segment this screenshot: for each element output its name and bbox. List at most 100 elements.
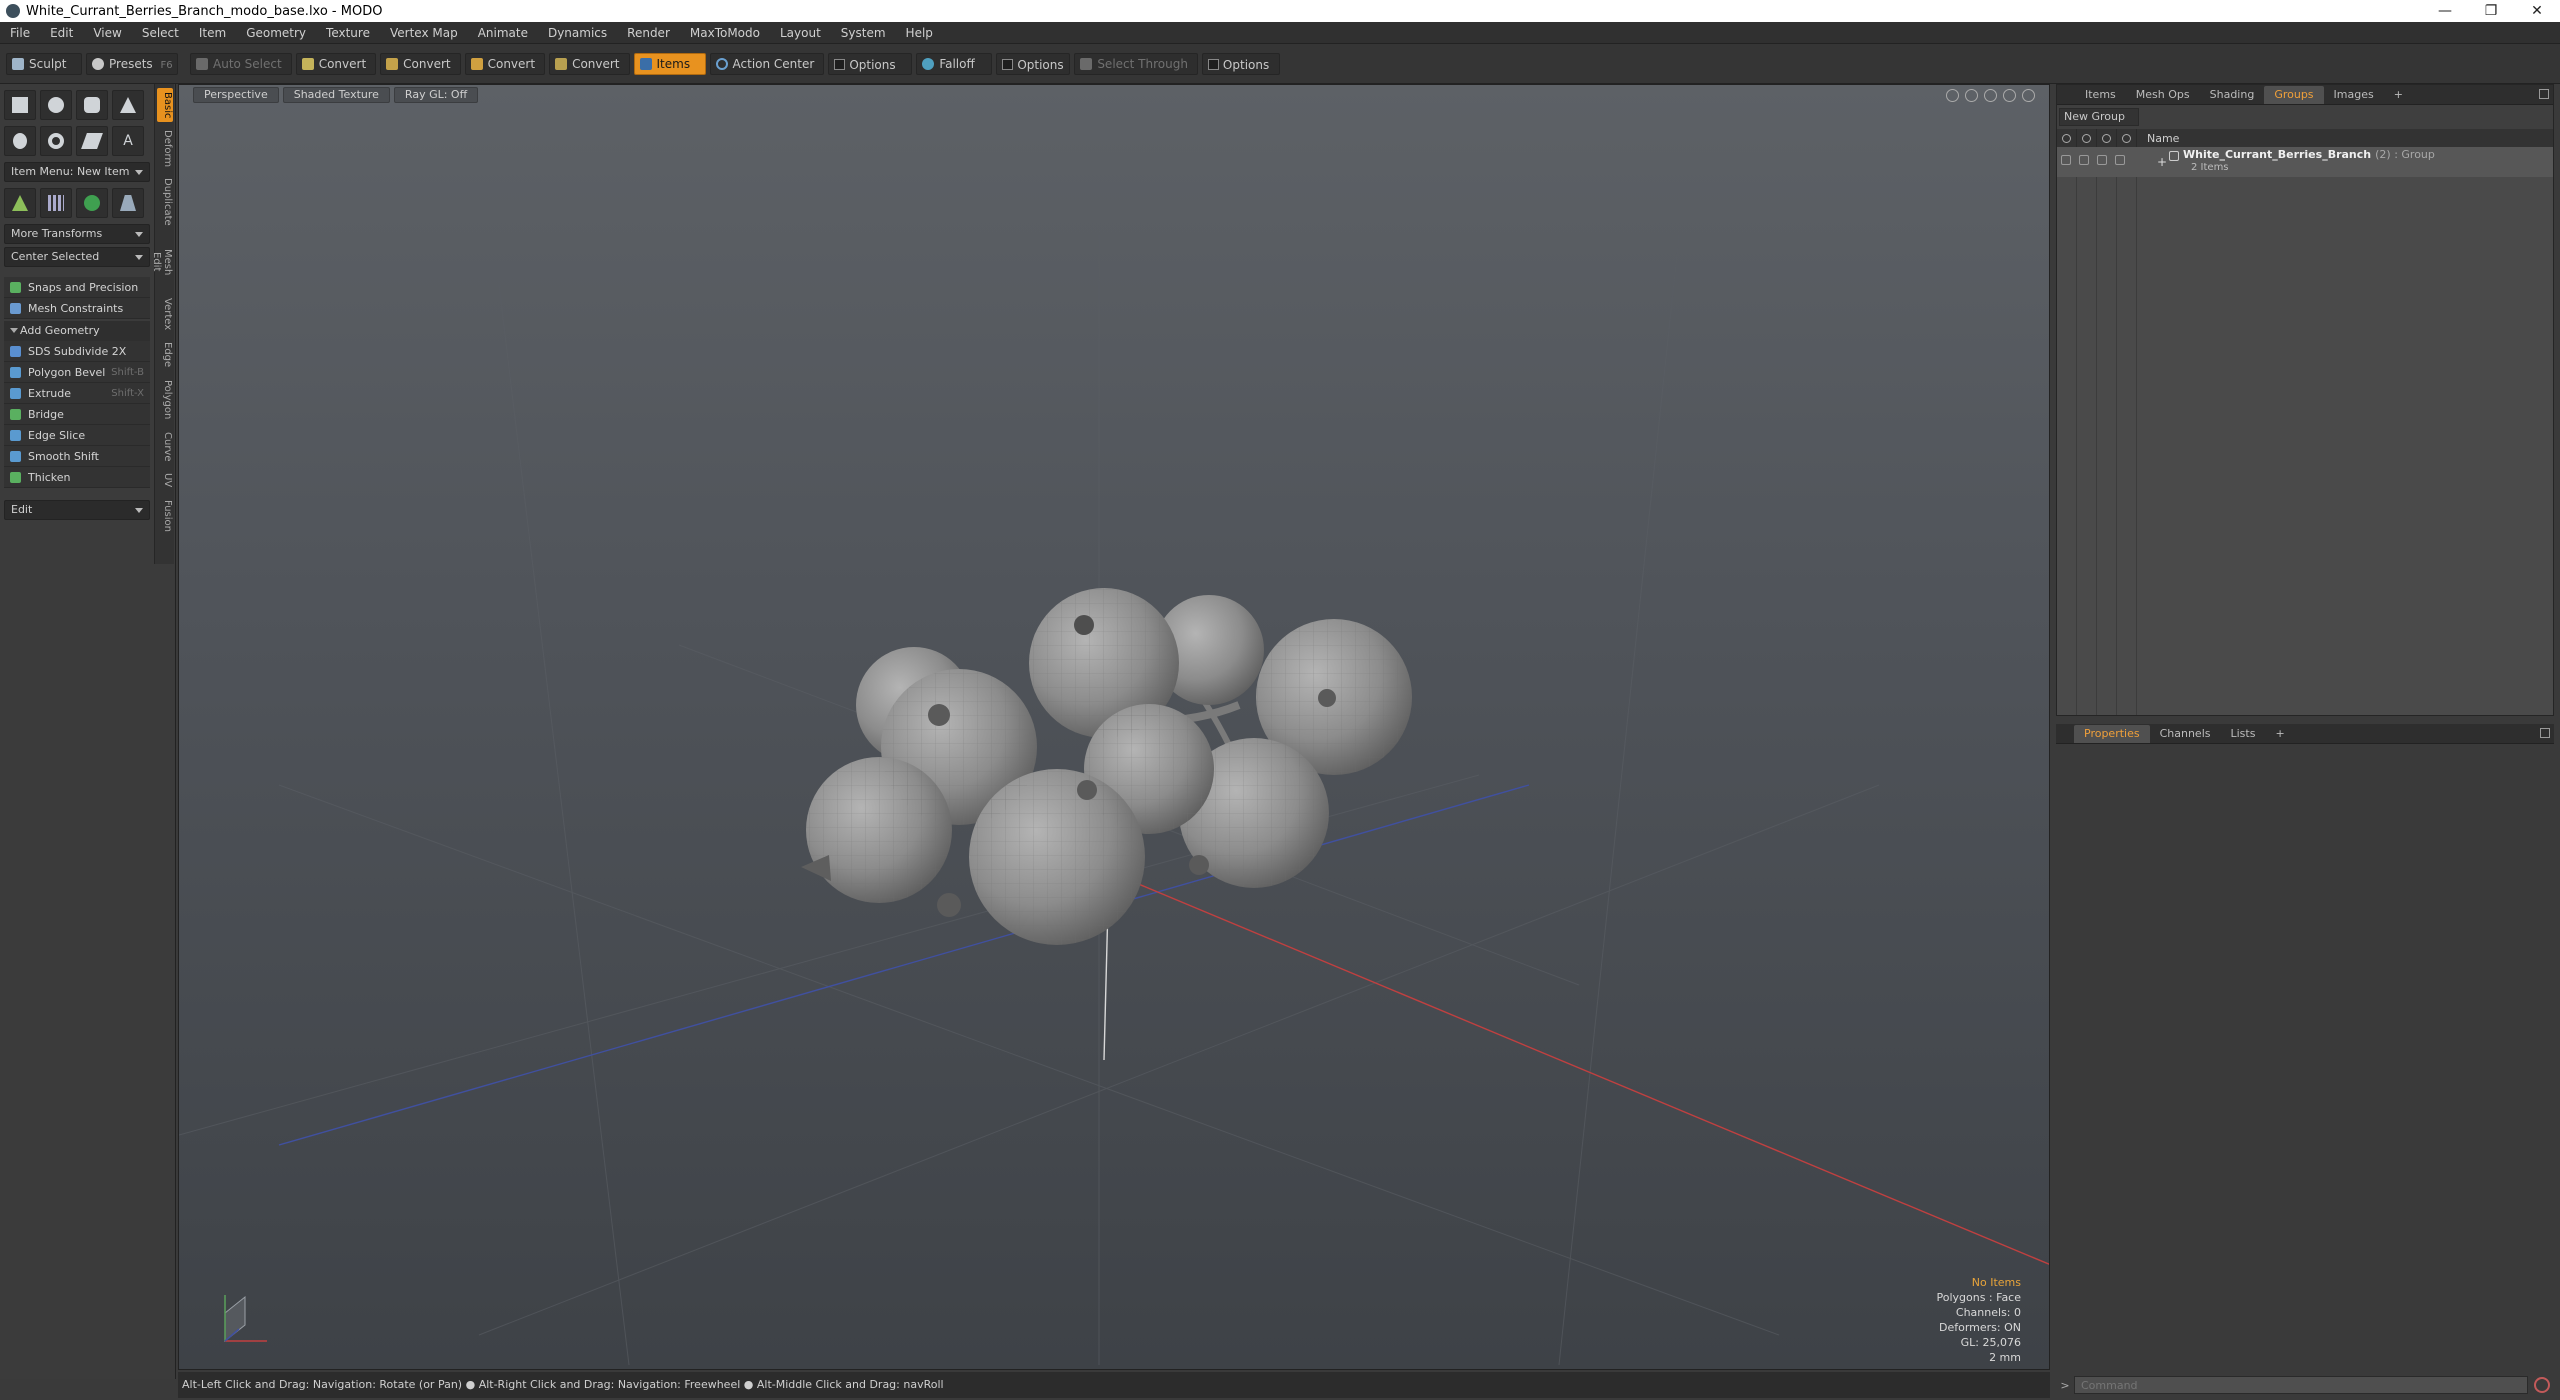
viewport-scene[interactable] [179, 85, 2050, 1370]
menu-texture[interactable]: Texture [316, 22, 380, 44]
grid-tool[interactable] [40, 188, 72, 218]
menu-vertex-map[interactable]: Vertex Map [380, 22, 468, 44]
falloff-button[interactable]: Falloff [916, 52, 993, 75]
ray-gl-tab[interactable]: Ray GL: Off [393, 87, 479, 103]
action-center-options[interactable]: Options [828, 52, 913, 75]
perspective-tool[interactable] [112, 188, 144, 218]
item-menu-dropdown[interactable]: Item Menu: New Item [4, 162, 150, 182]
convert-polygons-button[interactable]: Convert [464, 52, 546, 75]
visibility-column[interactable] [2057, 129, 2077, 147]
falloff-options[interactable]: Options [996, 52, 1071, 75]
command-history-icon[interactable]: > [2056, 1379, 2074, 1392]
maximize-button[interactable]: ❐ [2468, 0, 2514, 22]
berry-cluster-model[interactable] [801, 588, 1412, 945]
menu-file[interactable]: File [0, 22, 40, 44]
select-toggle-icon[interactable] [2115, 155, 2125, 165]
vtab-basic[interactable]: Basic [157, 88, 173, 122]
expand-panel-icon[interactable] [2540, 728, 2550, 738]
close-button[interactable]: ✕ [2514, 0, 2560, 22]
presets-button[interactable]: Presets F6 [86, 52, 178, 75]
convert-edges-button[interactable]: Convert [380, 52, 461, 75]
tab-channels[interactable]: Channels [2150, 725, 2221, 743]
tab-shading[interactable]: Shading [2200, 86, 2265, 104]
more-transforms-dropdown[interactable]: More Transforms [4, 224, 150, 244]
menu-view[interactable]: View [83, 22, 131, 44]
command-execute-icon[interactable] [2534, 1377, 2550, 1393]
menu-animate[interactable]: Animate [468, 22, 538, 44]
vtab-mesh-edit[interactable]: Mesh Edit [151, 234, 173, 290]
text-tool[interactable]: A [112, 126, 144, 156]
auto-select-button[interactable]: Auto Select [190, 52, 292, 75]
expand-icon[interactable]: + [2157, 155, 2167, 169]
add-geometry-section[interactable]: Add Geometry [4, 321, 150, 341]
rotate-view-icon[interactable] [1965, 89, 1978, 102]
tool-polygon-bevel[interactable]: Polygon Bevel Shift-B [4, 362, 150, 383]
tool-edge-slice[interactable]: Edge Slice [4, 425, 150, 446]
action-center-button[interactable]: Action Center [709, 52, 825, 75]
zoom-view-icon[interactable] [1984, 89, 1997, 102]
menu-system[interactable]: System [831, 22, 896, 44]
vtab-vertex[interactable]: Vertex [157, 294, 173, 334]
sculpt-button[interactable]: Sculpt [6, 52, 82, 75]
sphere-tool[interactable] [40, 90, 72, 120]
render-column[interactable] [2077, 129, 2097, 147]
mesh-constraints[interactable]: Mesh Constraints [4, 298, 150, 319]
menu-item[interactable]: Item [189, 22, 236, 44]
edit-dropdown[interactable]: Edit [4, 500, 150, 520]
vtab-edge[interactable]: Edge [157, 338, 173, 372]
convert-vertices-button[interactable]: Convert [295, 52, 377, 75]
select-through-button[interactable]: Select Through [1074, 52, 1198, 75]
menu-edit[interactable]: Edit [40, 22, 83, 44]
tab-lists[interactable]: Lists [2221, 725, 2266, 743]
cone-tool[interactable] [112, 90, 144, 120]
items-mode-button[interactable]: Items [633, 52, 706, 75]
tool-thicken[interactable]: Thicken [4, 467, 150, 488]
vtab-uv[interactable]: UV [157, 468, 173, 492]
cube-tool[interactable] [4, 90, 36, 120]
tool-extrude[interactable]: Extrude Shift-X [4, 383, 150, 404]
shaded-texture-tab[interactable]: Shaded Texture [282, 87, 390, 103]
capsule-tool[interactable] [4, 126, 36, 156]
menu-maxtomodo[interactable]: MaxToModo [680, 22, 770, 44]
tab-items[interactable]: Items [2075, 86, 2126, 104]
vtab-duplicate[interactable]: Duplicate [157, 174, 173, 230]
add-tab-button[interactable]: + [2265, 725, 2294, 743]
new-group-button[interactable]: New Group [2059, 108, 2139, 126]
fit-view-icon[interactable] [1946, 89, 1959, 102]
menu-geometry[interactable]: Geometry [236, 22, 316, 44]
3d-viewport[interactable]: Perspective Shaded Texture Ray GL: Off N… [178, 84, 2050, 1370]
move-tool[interactable] [4, 188, 36, 218]
cylinder-tool[interactable] [76, 90, 108, 120]
expand-panel-icon[interactable] [2539, 89, 2549, 99]
tab-properties[interactable]: Properties [2074, 724, 2150, 743]
pan-view-icon[interactable] [2003, 89, 2016, 102]
globe-tool[interactable] [76, 188, 108, 218]
torus-tool[interactable] [40, 126, 72, 156]
viewport-settings-icon[interactable] [2022, 89, 2035, 102]
visibility-toggle-icon[interactable] [2061, 155, 2071, 165]
center-selected-dropdown[interactable]: Center Selected [4, 247, 150, 267]
menu-layout[interactable]: Layout [770, 22, 831, 44]
select-through-options[interactable]: Options [1201, 52, 1280, 75]
render-toggle-icon[interactable] [2079, 155, 2089, 165]
tab-groups[interactable]: Groups [2264, 85, 2324, 104]
snaps-and-precision[interactable]: Snaps and Precision [4, 277, 150, 298]
view-perspective-tab[interactable]: Perspective [193, 87, 279, 103]
group-row[interactable]: + White_Currant_Berries_Branch (2) : Grou… [2057, 147, 2553, 177]
tab-mesh-ops[interactable]: Mesh Ops [2126, 86, 2200, 104]
vtab-fusion[interactable]: Fusion [157, 496, 173, 536]
pen-tool[interactable] [76, 126, 108, 156]
tool-smooth-shift[interactable]: Smooth Shift [4, 446, 150, 467]
vtab-polygon[interactable]: Polygon [157, 376, 173, 424]
vtab-curve[interactable]: Curve [157, 428, 173, 464]
select-column[interactable] [2117, 129, 2137, 147]
tool-bridge[interactable]: Bridge [4, 404, 150, 425]
convert-materials-button[interactable]: Convert [549, 52, 630, 75]
menu-help[interactable]: Help [896, 22, 943, 44]
lock-toggle-icon[interactable] [2097, 155, 2107, 165]
add-tab-button[interactable]: + [2384, 86, 2413, 104]
command-input[interactable] [2074, 1376, 2528, 1394]
tool-sds-subdivide[interactable]: SDS Subdivide 2X [4, 341, 150, 362]
menu-select[interactable]: Select [132, 22, 189, 44]
menu-render[interactable]: Render [617, 22, 680, 44]
